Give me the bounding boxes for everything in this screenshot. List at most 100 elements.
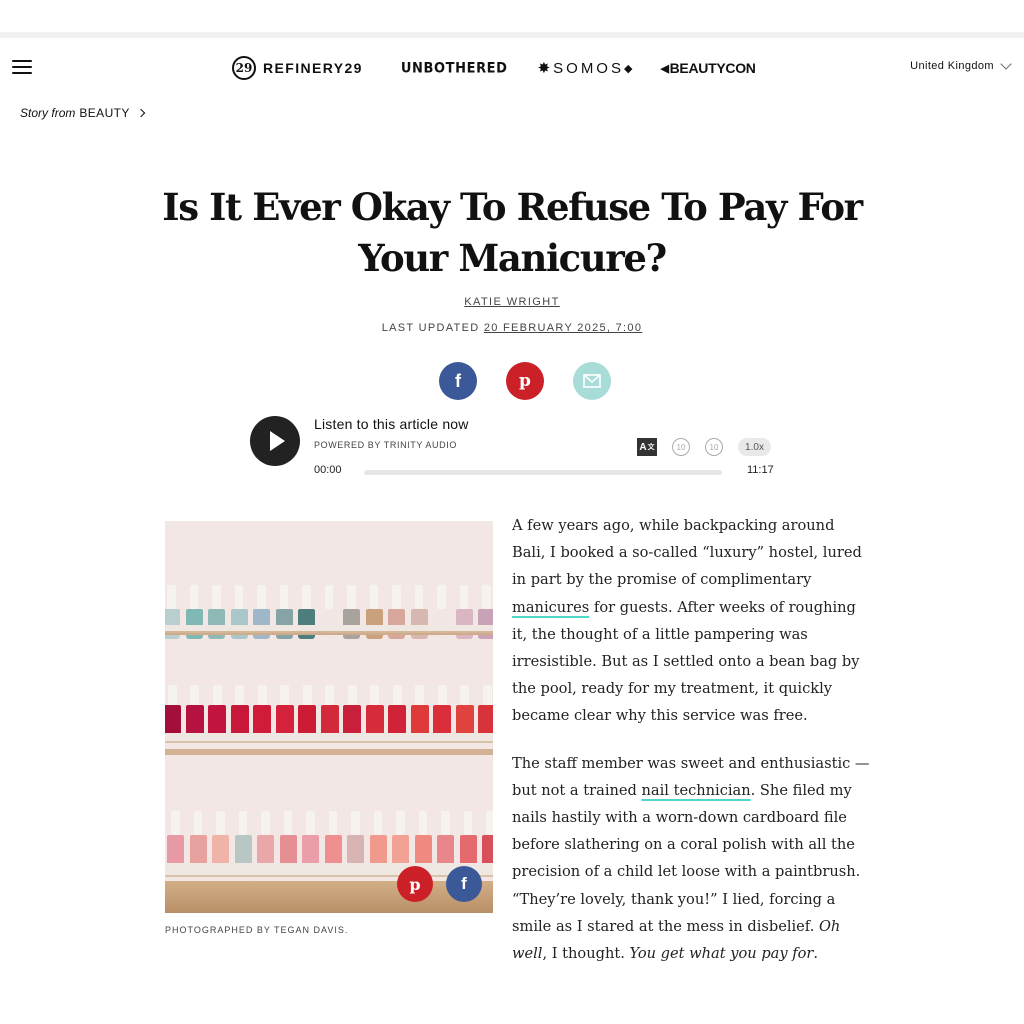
polish-cap [171, 811, 180, 835]
polish-cap [280, 685, 289, 705]
chevron-right-icon [136, 108, 146, 118]
polish-cap [415, 685, 424, 705]
article-title: Is It Ever Okay To Refuse To Pay For You… [162, 185, 863, 280]
audio-progress-bar[interactable] [364, 470, 722, 475]
facebook-icon: f [455, 370, 461, 391]
region-label: United Kingdom [910, 60, 994, 72]
facebook-icon: f [461, 874, 467, 893]
polish-cap [328, 811, 338, 835]
polish-cap [167, 585, 176, 609]
polish-cap [302, 585, 311, 609]
article-image: p f [165, 521, 493, 913]
polish-cap [370, 685, 379, 705]
polish-cap [167, 685, 177, 705]
polish-cap [257, 585, 266, 609]
facebook-share-button[interactable]: f [439, 362, 477, 400]
paragraph-1: A few years ago, while backpacking aroun… [512, 512, 872, 730]
polish-cap [189, 585, 199, 609]
brand-refinery29[interactable]: 29 REFINERY29 [232, 56, 363, 80]
polish-cap [279, 585, 289, 609]
forward-10-icon[interactable]: 10 [705, 438, 723, 456]
polish-cap [482, 685, 492, 705]
pinterest-icon: p [409, 874, 421, 894]
polish-cap [302, 685, 312, 705]
email-share-button[interactable] [573, 362, 611, 400]
shelf-edge-top [165, 631, 493, 635]
polish-cap [463, 811, 473, 835]
brand-somos[interactable]: ✸ SOMOS ◆ [537, 59, 633, 78]
polish-row-bottom [165, 803, 493, 869]
envelope-icon [583, 374, 601, 388]
audio-powered-by: POWERED BY TRINITY AUDIO [314, 440, 457, 450]
chevron-down-icon [1000, 57, 1012, 70]
last-updated: LAST UPDATED 20 FEBRUARY 2025, 7:00 [0, 322, 1024, 334]
brand-beautycon[interactable]: ◀ BEAUTYCON [660, 60, 755, 76]
refinery29-logo-icon: 29 [232, 56, 256, 80]
share-bar: f p [439, 362, 611, 400]
brand-nav: 29 REFINERY29 UNBOTHERED ✸ SOMOS ◆ ◀ BEAUTY… [232, 55, 756, 81]
byline: KATIE WRIGHT [0, 296, 1024, 308]
polish-cap [234, 585, 244, 609]
image-facebook-button[interactable]: f [446, 866, 482, 902]
breadcrumb-section: BEAUTY [79, 106, 130, 120]
region-selector[interactable]: United Kingdom [910, 57, 1012, 72]
polish-cap [212, 585, 221, 609]
polish-cap [324, 585, 334, 609]
polish-cap [235, 685, 244, 705]
audio-player: Listen to this article now POWERED BY TR… [250, 414, 780, 480]
text-run: . She filed my nails hastily with a worn… [512, 781, 861, 935]
brand-unbothered[interactable]: UNBOTHERED [401, 60, 508, 76]
polish-cap [392, 585, 401, 609]
browser-top-band [0, 0, 1024, 38]
shelf-base [165, 881, 493, 913]
manicures-link[interactable]: manicures [512, 599, 589, 616]
polish-cap [238, 811, 248, 835]
polish-cap [459, 585, 469, 609]
shelf-edge-middle [165, 749, 493, 755]
playback-speed-button[interactable]: 1.0x [738, 438, 771, 456]
polish-cap [482, 585, 491, 609]
star-icon: ✸ [537, 60, 554, 77]
image-pinterest-button[interactable]: p [397, 866, 433, 902]
polish-cap [216, 811, 225, 835]
translate-icon[interactable]: A文 [637, 438, 657, 456]
polish-cap [306, 811, 315, 835]
polish-cap [347, 585, 356, 609]
polish-cap [257, 685, 267, 705]
play-button[interactable] [250, 416, 300, 466]
audio-current-time: 00:00 [314, 464, 342, 476]
polish-cap [418, 811, 428, 835]
pinterest-icon: p [519, 371, 531, 391]
updated-label: LAST UPDATED [381, 322, 480, 334]
polish-cap [486, 811, 493, 835]
shelf-middle [165, 733, 493, 743]
polish-cap [212, 685, 222, 705]
article-body: A few years ago, while backpacking aroun… [512, 512, 872, 987]
audio-duration: 11:17 [747, 464, 774, 476]
menu-icon[interactable] [12, 60, 32, 76]
author-link[interactable]: KATIE WRIGHT [464, 296, 559, 308]
rewind-10-icon[interactable]: 10 [672, 438, 690, 456]
brand-refinery29-label: REFINERY29 [263, 60, 363, 76]
updated-date: 20 FEBRUARY 2025, 7:00 [483, 322, 643, 334]
nail-technician-link[interactable]: nail technician [642, 782, 751, 799]
brand-beautycon-label: BEAUTYCON [669, 60, 756, 76]
audio-controls: A文 10 10 1.0x [637, 438, 771, 456]
triangle-left-icon: ◀ [660, 62, 669, 75]
polish-cap [373, 811, 383, 835]
polish-cap [460, 685, 469, 705]
text-run: , I thought. [542, 945, 630, 963]
pinterest-share-button[interactable]: p [506, 362, 544, 400]
polish-cap [396, 811, 405, 835]
polish-cap [441, 811, 450, 835]
shelf-bottom [165, 863, 493, 877]
text-run: A few years ago, while backpacking aroun… [512, 517, 862, 589]
diamond-icon: ◆ [623, 62, 633, 75]
text-run: . [813, 945, 819, 963]
polish-cap [414, 585, 424, 609]
polish-cap [261, 811, 270, 835]
polish-cap [193, 811, 203, 835]
polish-cap [283, 811, 293, 835]
breadcrumb[interactable]: Story from BEAUTY [20, 106, 146, 120]
image-caption: PHOTOGRAPHED BY TEGAN DAVIS. [165, 925, 349, 935]
